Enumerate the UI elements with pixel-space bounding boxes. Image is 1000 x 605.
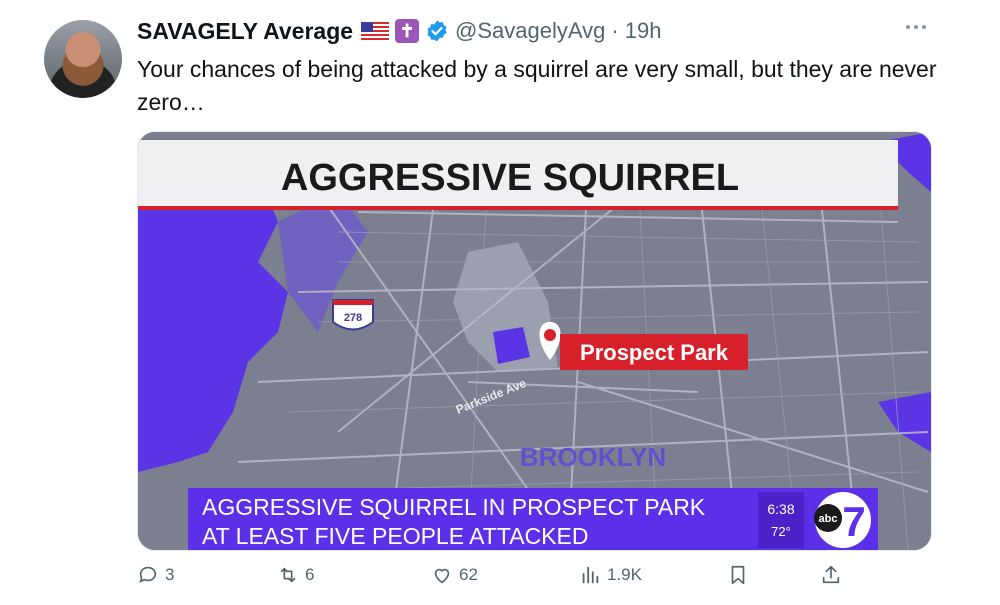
us-flag-icon [361,22,390,40]
channel-number: 7 [842,498,865,545]
reply-icon [139,566,157,583]
reply-count: 3 [165,565,175,584]
ticker-line-1: AGGRESSIVE SQUIRREL IN PROSPECT PARK [202,494,706,520]
avatar[interactable] [44,20,122,98]
repost-count: 6 [305,565,315,584]
bookmark-icon [731,565,745,585]
bookmark-button[interactable] [727,564,749,586]
post-time[interactable]: 19h [625,18,662,44]
heart-icon [434,568,450,584]
action-bar: 3 6 62 1.9K [137,564,857,590]
news-map-image: AGGRESSIVE SQUIRREL 278 Prospect Park Pa… [138,132,931,550]
post-header: SAVAGELY Average ✝ @SavagelyAvg · 19h [137,14,661,48]
route-shield-number: 278 [344,312,362,324]
author-handle[interactable]: @SavagelyAvg [455,18,605,44]
repost-icon [280,567,296,583]
network-logo-text: abc [819,513,838,525]
reply-button[interactable]: 3 [137,564,174,586]
views-button[interactable]: 1.9K [579,564,642,586]
view-count: 1.9K [607,565,642,584]
share-icon [822,565,840,584]
verified-badge-icon [427,20,447,42]
clock-readout: 6:38 [767,501,794,517]
time-separator: · [611,18,619,43]
post-media[interactable]: AGGRESSIVE SQUIRREL 278 Prospect Park Pa… [137,131,932,551]
post-text: Your chances of being attacked by a squi… [137,56,937,115]
author-name[interactable]: SAVAGELY Average [137,18,353,45]
repost-button[interactable]: 6 [277,564,314,586]
more-options-icon[interactable] [906,22,930,32]
views-chart-icon [582,566,599,584]
ticker-line-2: AT LEAST FIVE PEOPLE ATTACKED [202,523,588,549]
headline-text: AGGRESSIVE SQUIRREL [281,157,739,199]
share-button[interactable] [820,564,842,586]
temperature-readout: 72° [771,524,791,539]
latin-cross-icon: ✝ [395,19,420,43]
like-button[interactable]: 62 [431,564,478,586]
like-count: 62 [459,565,478,584]
borough-label: BROOKLYN [520,442,666,472]
park-label: Prospect Park [580,340,729,365]
